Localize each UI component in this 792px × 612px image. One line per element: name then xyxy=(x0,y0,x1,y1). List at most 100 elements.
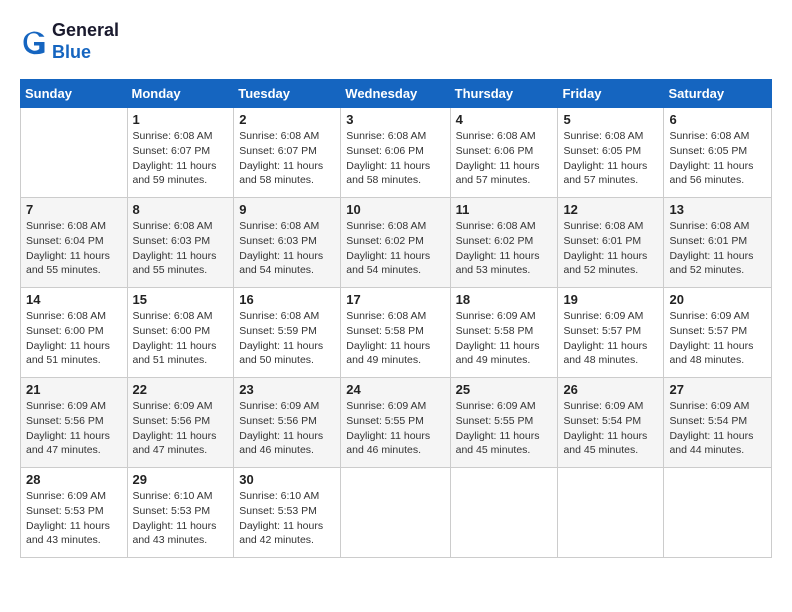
day-number: 9 xyxy=(239,202,335,217)
day-info: Sunrise: 6:10 AM Sunset: 5:53 PM Dayligh… xyxy=(133,489,229,548)
day-info: Sunrise: 6:09 AM Sunset: 5:56 PM Dayligh… xyxy=(239,399,335,458)
day-info: Sunrise: 6:09 AM Sunset: 5:56 PM Dayligh… xyxy=(133,399,229,458)
column-header-saturday: Saturday xyxy=(664,80,772,108)
logo-text: General Blue xyxy=(52,20,119,63)
day-number: 7 xyxy=(26,202,122,217)
logo: General Blue xyxy=(20,20,119,63)
day-info: Sunrise: 6:08 AM Sunset: 6:07 PM Dayligh… xyxy=(239,129,335,188)
calendar-cell: 26Sunrise: 6:09 AM Sunset: 5:54 PM Dayli… xyxy=(558,378,664,468)
day-number: 14 xyxy=(26,292,122,307)
calendar-cell: 19Sunrise: 6:09 AM Sunset: 5:57 PM Dayli… xyxy=(558,288,664,378)
calendar-cell xyxy=(21,108,128,198)
column-header-thursday: Thursday xyxy=(450,80,558,108)
day-info: Sunrise: 6:10 AM Sunset: 5:53 PM Dayligh… xyxy=(239,489,335,548)
day-number: 27 xyxy=(669,382,766,397)
day-number: 22 xyxy=(133,382,229,397)
day-number: 17 xyxy=(346,292,444,307)
day-info: Sunrise: 6:08 AM Sunset: 6:01 PM Dayligh… xyxy=(563,219,658,278)
calendar-cell: 15 Sunrise: 6:08 AM Sunset: 6:00 PM Dayli… xyxy=(127,288,234,378)
calendar-cell: 22 Sunrise: 6:09 AM Sunset: 5:56 PM Dayli… xyxy=(127,378,234,468)
day-number: 28 xyxy=(26,472,122,487)
logo-line1: General xyxy=(52,20,119,40)
day-number: 18 xyxy=(456,292,553,307)
calendar-cell: 8 Sunrise: 6:08 AM Sunset: 6:03 PM Daylig… xyxy=(127,198,234,288)
calendar-cell: 28 Sunrise: 6:09 AM Sunset: 5:53 PM Dayli… xyxy=(21,468,128,558)
day-info: Sunrise: 6:08 AM Sunset: 6:02 PM Dayligh… xyxy=(346,219,444,278)
calendar-cell: 16 Sunrise: 6:08 AM Sunset: 5:59 PM Dayli… xyxy=(234,288,341,378)
day-number: 3 xyxy=(346,112,444,127)
calendar-cell: 5 Sunrise: 6:08 AM Sunset: 6:05 PM Daylig… xyxy=(558,108,664,198)
calendar-cell: 12Sunrise: 6:08 AM Sunset: 6:01 PM Dayli… xyxy=(558,198,664,288)
column-header-wednesday: Wednesday xyxy=(341,80,450,108)
day-number: 11 xyxy=(456,202,553,217)
calendar-cell: 11 Sunrise: 6:08 AM Sunset: 6:02 PM Dayli… xyxy=(450,198,558,288)
day-number: 6 xyxy=(669,112,766,127)
calendar-cell xyxy=(450,468,558,558)
day-number: 4 xyxy=(456,112,553,127)
calendar-cell: 4 Sunrise: 6:08 AM Sunset: 6:06 PM Daylig… xyxy=(450,108,558,198)
day-info: Sunrise: 6:09 AM Sunset: 5:57 PM Dayligh… xyxy=(669,309,766,368)
day-number: 29 xyxy=(133,472,229,487)
calendar-cell: 7 Sunrise: 6:08 AM Sunset: 6:04 PM Daylig… xyxy=(21,198,128,288)
day-info: Sunrise: 6:08 AM Sunset: 6:03 PM Dayligh… xyxy=(133,219,229,278)
calendar-cell: 14 Sunrise: 6:08 AM Sunset: 6:00 PM Dayli… xyxy=(21,288,128,378)
day-number: 8 xyxy=(133,202,229,217)
calendar-cell: 2 Sunrise: 6:08 AM Sunset: 6:07 PM Daylig… xyxy=(234,108,341,198)
day-number: 23 xyxy=(239,382,335,397)
week-row-4: 21Sunrise: 6:09 AM Sunset: 5:56 PM Dayli… xyxy=(21,378,772,468)
logo-line2: Blue xyxy=(52,42,119,64)
day-info: Sunrise: 6:08 AM Sunset: 6:02 PM Dayligh… xyxy=(456,219,553,278)
header: General Blue xyxy=(20,20,772,63)
day-info: Sunrise: 6:09 AM Sunset: 5:53 PM Dayligh… xyxy=(26,489,122,548)
day-number: 13 xyxy=(669,202,766,217)
column-header-row: SundayMondayTuesdayWednesdayThursdayFrid… xyxy=(21,80,772,108)
day-number: 15 xyxy=(133,292,229,307)
day-info: Sunrise: 6:09 AM Sunset: 5:54 PM Dayligh… xyxy=(563,399,658,458)
day-info: Sunrise: 6:09 AM Sunset: 5:58 PM Dayligh… xyxy=(456,309,553,368)
column-header-sunday: Sunday xyxy=(21,80,128,108)
calendar-cell: 9 Sunrise: 6:08 AM Sunset: 6:03 PM Daylig… xyxy=(234,198,341,288)
logo-icon xyxy=(20,28,48,56)
calendar-cell: 6 Sunrise: 6:08 AM Sunset: 6:05 PM Daylig… xyxy=(664,108,772,198)
calendar-cell: 30Sunrise: 6:10 AM Sunset: 5:53 PM Dayli… xyxy=(234,468,341,558)
calendar-cell: 3 Sunrise: 6:08 AM Sunset: 6:06 PM Daylig… xyxy=(341,108,450,198)
day-info: Sunrise: 6:08 AM Sunset: 6:05 PM Dayligh… xyxy=(563,129,658,188)
day-info: Sunrise: 6:08 AM Sunset: 6:01 PM Dayligh… xyxy=(669,219,766,278)
day-info: Sunrise: 6:09 AM Sunset: 5:56 PM Dayligh… xyxy=(26,399,122,458)
calendar-cell: 17 Sunrise: 6:08 AM Sunset: 5:58 PM Dayli… xyxy=(341,288,450,378)
column-header-monday: Monday xyxy=(127,80,234,108)
calendar-cell: 24Sunrise: 6:09 AM Sunset: 5:55 PM Dayli… xyxy=(341,378,450,468)
day-info: Sunrise: 6:08 AM Sunset: 6:00 PM Dayligh… xyxy=(133,309,229,368)
week-row-5: 28 Sunrise: 6:09 AM Sunset: 5:53 PM Dayli… xyxy=(21,468,772,558)
calendar-cell: 23 Sunrise: 6:09 AM Sunset: 5:56 PM Dayli… xyxy=(234,378,341,468)
day-info: Sunrise: 6:08 AM Sunset: 5:59 PM Dayligh… xyxy=(239,309,335,368)
calendar-table: SundayMondayTuesdayWednesdayThursdayFrid… xyxy=(20,79,772,558)
day-info: Sunrise: 6:09 AM Sunset: 5:54 PM Dayligh… xyxy=(669,399,766,458)
day-info: Sunrise: 6:08 AM Sunset: 6:06 PM Dayligh… xyxy=(456,129,553,188)
day-number: 1 xyxy=(133,112,229,127)
week-row-3: 14 Sunrise: 6:08 AM Sunset: 6:00 PM Dayli… xyxy=(21,288,772,378)
column-header-tuesday: Tuesday xyxy=(234,80,341,108)
calendar-cell: 13 Sunrise: 6:08 AM Sunset: 6:01 PM Dayli… xyxy=(664,198,772,288)
calendar-cell: 20 Sunrise: 6:09 AM Sunset: 5:57 PM Dayli… xyxy=(664,288,772,378)
day-number: 5 xyxy=(563,112,658,127)
calendar-cell: 18 Sunrise: 6:09 AM Sunset: 5:58 PM Dayli… xyxy=(450,288,558,378)
calendar-cell xyxy=(341,468,450,558)
day-info: Sunrise: 6:08 AM Sunset: 5:58 PM Dayligh… xyxy=(346,309,444,368)
calendar-cell xyxy=(664,468,772,558)
day-number: 10 xyxy=(346,202,444,217)
day-info: Sunrise: 6:08 AM Sunset: 6:03 PM Dayligh… xyxy=(239,219,335,278)
week-row-1: 1 Sunrise: 6:08 AM Sunset: 6:07 PM Daylig… xyxy=(21,108,772,198)
calendar-cell: 21Sunrise: 6:09 AM Sunset: 5:56 PM Dayli… xyxy=(21,378,128,468)
calendar-cell: 25Sunrise: 6:09 AM Sunset: 5:55 PM Dayli… xyxy=(450,378,558,468)
day-number: 20 xyxy=(669,292,766,307)
day-number: 16 xyxy=(239,292,335,307)
week-row-2: 7 Sunrise: 6:08 AM Sunset: 6:04 PM Daylig… xyxy=(21,198,772,288)
day-info: Sunrise: 6:08 AM Sunset: 6:00 PM Dayligh… xyxy=(26,309,122,368)
day-info: Sunrise: 6:09 AM Sunset: 5:55 PM Dayligh… xyxy=(456,399,553,458)
day-number: 2 xyxy=(239,112,335,127)
day-info: Sunrise: 6:09 AM Sunset: 5:57 PM Dayligh… xyxy=(563,309,658,368)
day-info: Sunrise: 6:08 AM Sunset: 6:05 PM Dayligh… xyxy=(669,129,766,188)
day-info: Sunrise: 6:08 AM Sunset: 6:06 PM Dayligh… xyxy=(346,129,444,188)
day-info: Sunrise: 6:08 AM Sunset: 6:04 PM Dayligh… xyxy=(26,219,122,278)
